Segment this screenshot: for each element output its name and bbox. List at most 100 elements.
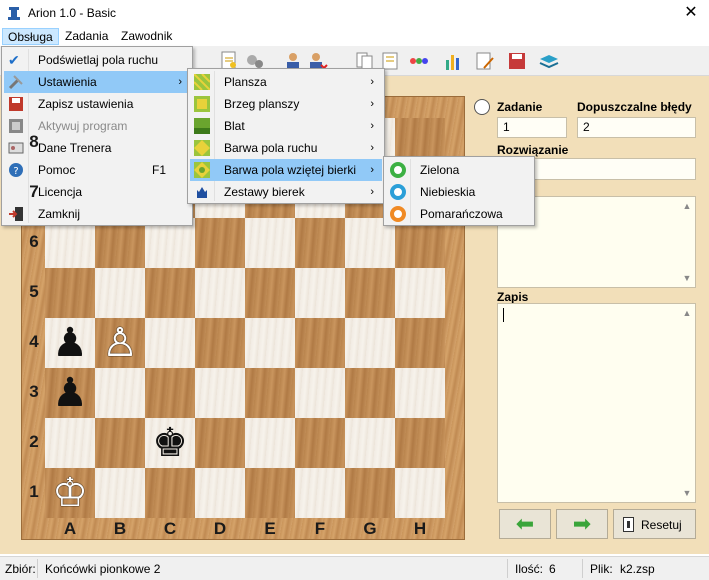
- reset-button[interactable]: Resetuj: [613, 509, 696, 539]
- board-square[interactable]: [45, 418, 95, 468]
- close-window-button[interactable]: ✕: [680, 3, 702, 23]
- save-disk-icon[interactable]: [506, 50, 528, 72]
- board-square[interactable]: [395, 318, 445, 368]
- board-square[interactable]: [345, 468, 395, 518]
- board-square[interactable]: [245, 318, 295, 368]
- scroll-down-icon[interactable]: ▼: [681, 488, 693, 498]
- board-square[interactable]: [95, 468, 145, 518]
- menu-item-niebieskia[interactable]: Niebieskia: [386, 181, 532, 203]
- reset-switch-icon: [623, 517, 634, 532]
- board-square[interactable]: [245, 368, 295, 418]
- board-square[interactable]: [45, 268, 95, 318]
- board-square[interactable]: [95, 368, 145, 418]
- board-square[interactable]: [295, 218, 345, 268]
- menu-item-pomaranczowa[interactable]: Pomarańczowa: [386, 203, 532, 225]
- menu-item-barwa-pola-wzietej-bierki[interactable]: Barwa pola wziętej bierki ›: [190, 159, 382, 181]
- rank-label: 2: [29, 432, 39, 451]
- black-piece-icon[interactable]: ♟: [45, 368, 95, 418]
- menu-zadania[interactable]: Zadania: [60, 28, 113, 45]
- zbior-label: Zbiór:: [5, 562, 36, 576]
- fen-layers-icon[interactable]: [538, 50, 560, 72]
- board-square[interactable]: [95, 268, 145, 318]
- previous-move-button[interactable]: ⬅: [499, 509, 551, 539]
- zadanie-input[interactable]: 1: [497, 117, 567, 138]
- board-square[interactable]: [295, 468, 345, 518]
- arrow-left-icon: ⬅: [515, 511, 535, 536]
- submenu-arrow-icon: ›: [370, 186, 374, 198]
- submenu-arrow-icon: ›: [370, 76, 374, 88]
- menu-item-podswietlaj[interactable]: ✔ Podświetlaj pola ruchu: [4, 49, 190, 71]
- menu-item-zapisz-ustawienia[interactable]: Zapisz ustawienia: [4, 93, 190, 115]
- board-square[interactable]: [195, 318, 245, 368]
- file-label: E: [264, 519, 276, 538]
- board-square[interactable]: [345, 318, 395, 368]
- zbior-value: Końcówki pionkowe 2: [45, 562, 161, 576]
- checkmark-icon: ✔: [8, 52, 20, 68]
- board-square[interactable]: [195, 268, 245, 318]
- board-square[interactable]: [145, 318, 195, 368]
- board-square[interactable]: [395, 268, 445, 318]
- board-square[interactable]: [295, 318, 345, 368]
- help-icon: ?: [9, 163, 23, 177]
- menu-item-zamknij[interactable]: Zamknij: [4, 203, 190, 225]
- board-square[interactable]: [245, 468, 295, 518]
- menu-item-zielona[interactable]: Zielona: [386, 159, 532, 181]
- white-piece-icon[interactable]: ♙: [95, 318, 145, 368]
- notes-edit-icon[interactable]: [474, 50, 496, 72]
- menu-item-zestawy-bierek[interactable]: Zestawy bierek ›: [190, 181, 382, 203]
- board-square[interactable]: [195, 468, 245, 518]
- menu-item-plansza[interactable]: Plansza ›: [190, 71, 382, 93]
- abc-icon[interactable]: [408, 50, 430, 72]
- board-square[interactable]: [245, 218, 295, 268]
- exit-icon: [9, 207, 23, 221]
- menu-item-blat[interactable]: Blat ›: [190, 115, 382, 137]
- board-square[interactable]: [245, 418, 295, 468]
- board-square[interactable]: [95, 418, 145, 468]
- submenu-arrow-icon: ›: [178, 76, 182, 88]
- black-piece-icon[interactable]: ♟: [45, 318, 95, 368]
- rank-label: 7: [29, 182, 39, 201]
- board-square[interactable]: [145, 268, 195, 318]
- bledy-input[interactable]: 2: [577, 117, 696, 138]
- menu-obsluga[interactable]: Obsługa: [2, 28, 59, 45]
- rank-label: 3: [29, 382, 39, 401]
- menu-item-barwa-pola-ruchu[interactable]: Barwa pola ruchu ›: [190, 137, 382, 159]
- black-piece-icon[interactable]: ♚: [145, 418, 195, 468]
- board-square[interactable]: [195, 218, 245, 268]
- captured-square-color-icon: [194, 162, 210, 178]
- barwa-submenu: Zielona Niebieskia Pomarańczowa: [383, 156, 535, 226]
- rozwiazanie-input[interactable]: [530, 158, 696, 180]
- board-square[interactable]: [195, 368, 245, 418]
- menu-zawodnik[interactable]: Zawodnik: [116, 28, 177, 45]
- next-move-button[interactable]: ➡: [556, 509, 608, 539]
- zapis-memo[interactable]: ▲ ▼: [497, 303, 696, 503]
- zadanie-radio[interactable]: [474, 99, 490, 115]
- menu-item-brzeg-planszy[interactable]: Brzeg planszy ›: [190, 93, 382, 115]
- file-label: A: [63, 519, 77, 538]
- board-square[interactable]: [395, 418, 445, 468]
- board-square[interactable]: [145, 368, 195, 418]
- board-square[interactable]: [345, 368, 395, 418]
- board-square[interactable]: [295, 418, 345, 468]
- board-square[interactable]: [145, 468, 195, 518]
- bledy-label: Dopuszczalne błędy: [577, 100, 692, 114]
- board-square[interactable]: [395, 468, 445, 518]
- menu-item-ustawienia[interactable]: Ustawienia ›: [4, 71, 190, 93]
- scroll-up-icon[interactable]: ▲: [681, 308, 693, 318]
- file-label: B: [113, 519, 127, 538]
- board-square[interactable]: [345, 418, 395, 468]
- board-square[interactable]: [395, 368, 445, 418]
- menu-item-pomoc[interactable]: ? Pomoc F1: [4, 159, 190, 181]
- board-square[interactable]: [345, 268, 395, 318]
- statistics-chart-icon[interactable]: [442, 50, 464, 72]
- scroll-down-icon[interactable]: ▼: [681, 273, 693, 283]
- move-square-color-icon: [194, 140, 210, 156]
- board-square[interactable]: [245, 268, 295, 318]
- board-square[interactable]: [295, 268, 345, 318]
- file-label: D: [213, 519, 227, 538]
- scroll-up-icon[interactable]: ▲: [681, 201, 693, 211]
- white-piece-icon[interactable]: ♔: [45, 468, 95, 518]
- board-square[interactable]: [195, 418, 245, 468]
- submenu-arrow-icon: ›: [370, 98, 374, 110]
- board-square[interactable]: [295, 368, 345, 418]
